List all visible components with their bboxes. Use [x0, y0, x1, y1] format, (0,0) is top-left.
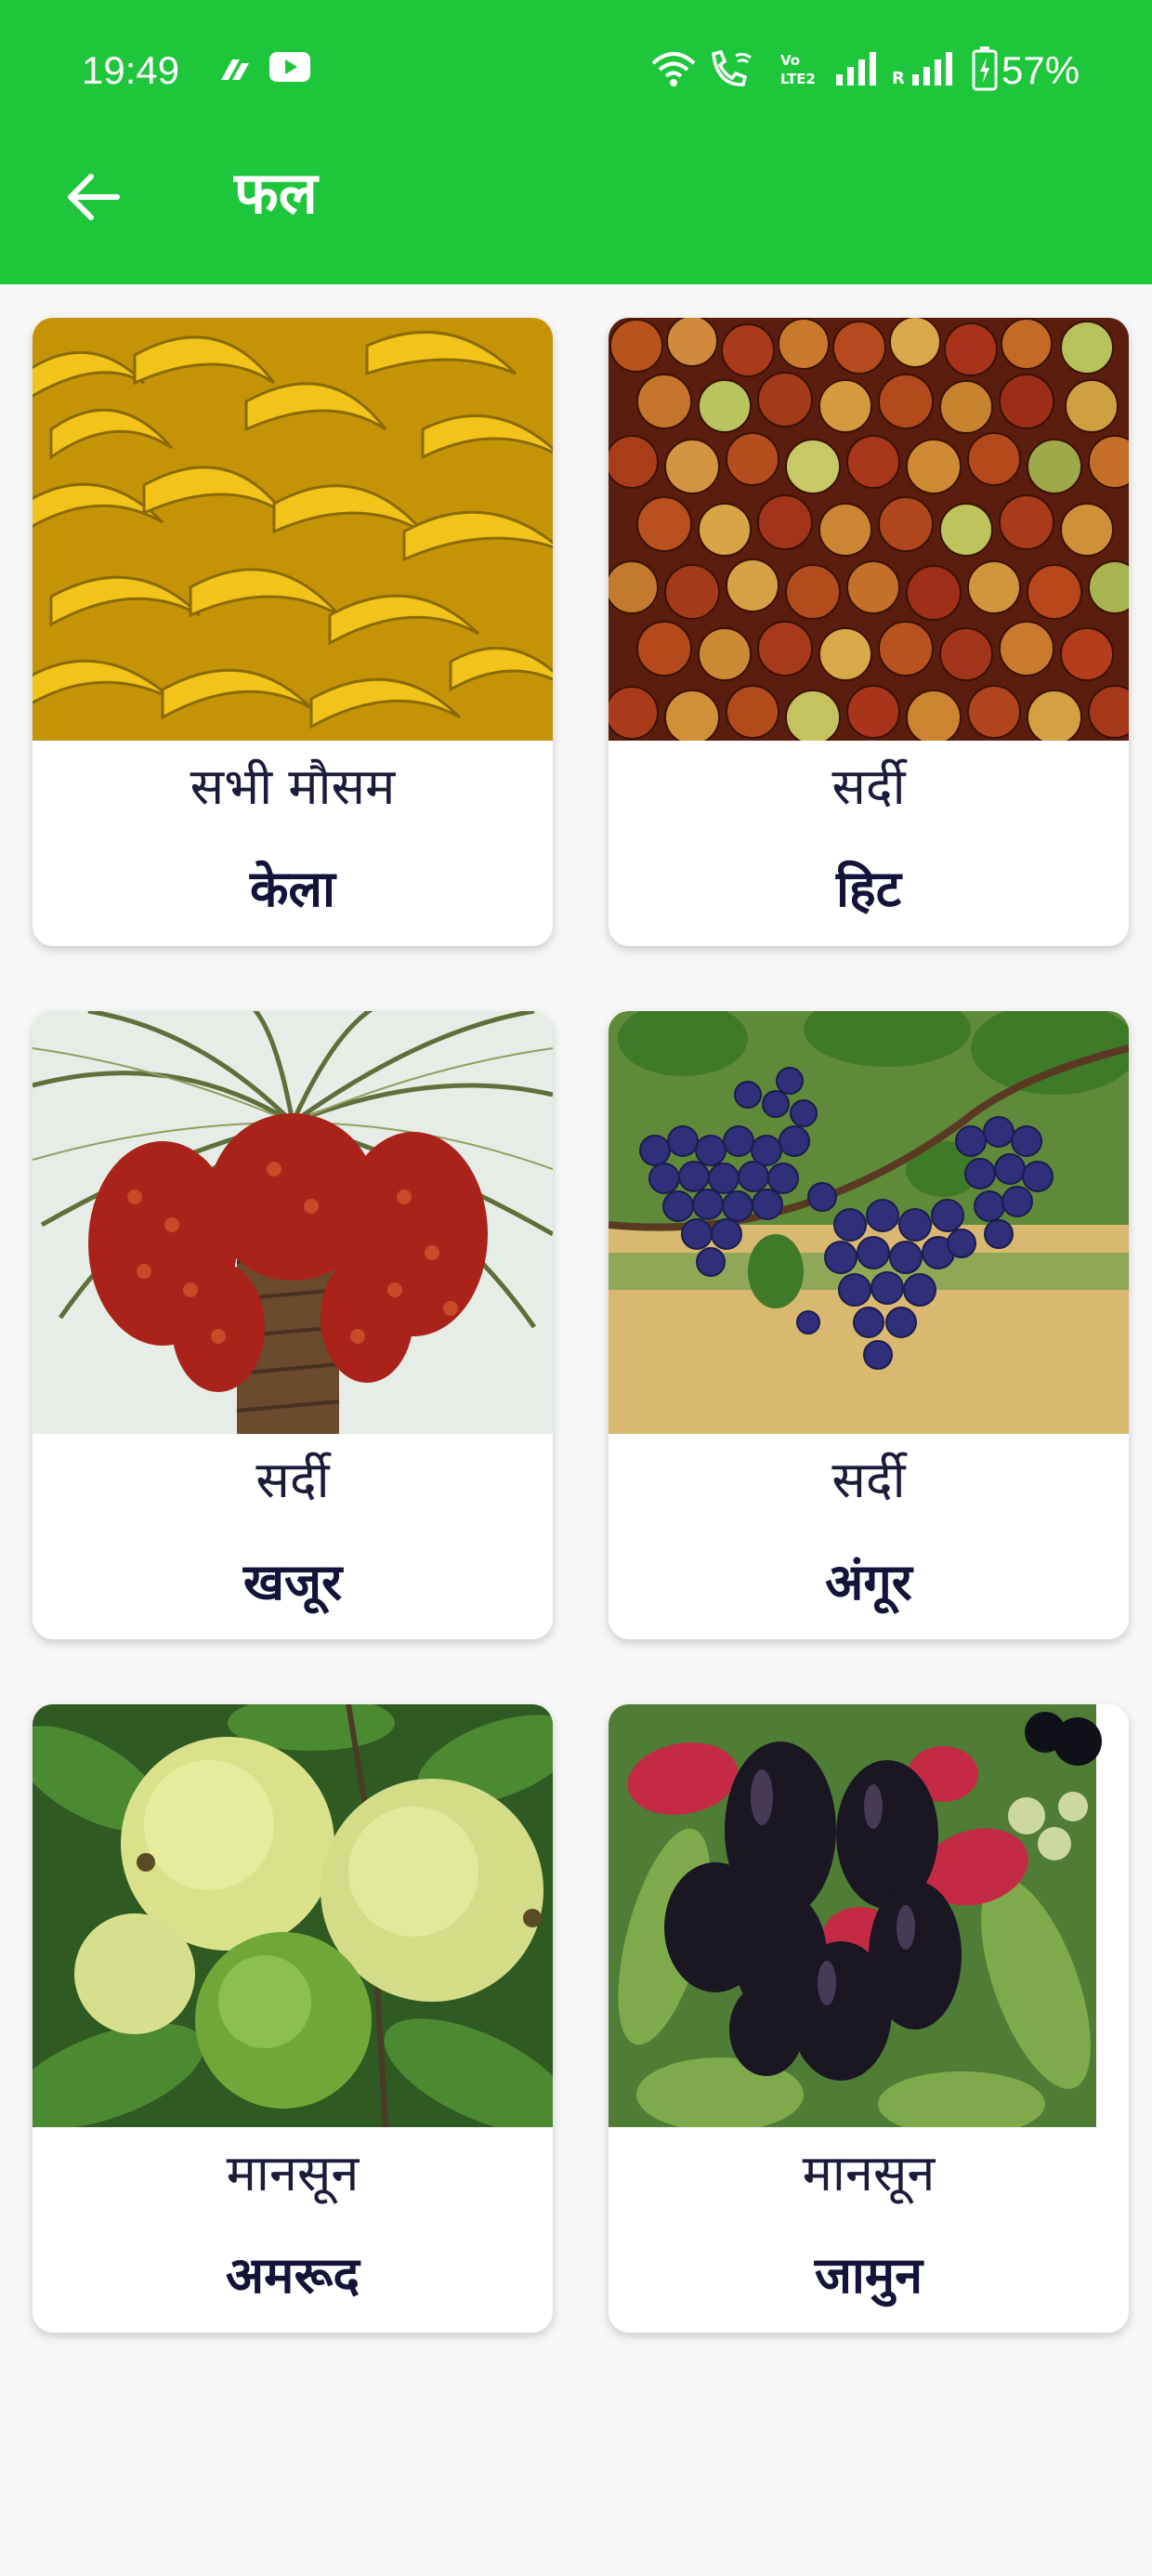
grapes-image	[609, 1011, 1129, 1434]
svg-text:R: R	[892, 69, 905, 85]
fruit-season: मानसून	[802, 2144, 936, 2202]
volte-icon: Vo LTE2	[780, 52, 816, 87]
signal-icon	[836, 52, 876, 85]
fruit-season: सर्दी	[831, 1451, 906, 1509]
fruit-season: सर्दी	[255, 1451, 330, 1509]
page-title: फल	[234, 159, 318, 227]
back-button[interactable]	[56, 160, 130, 234]
app-notification-icon	[221, 59, 249, 80]
status-bar: 19:49 Vo LTE2 R 57%	[0, 0, 1152, 139]
svg-text:Vo: Vo	[780, 52, 800, 69]
battery-icon	[972, 46, 998, 91]
wifi-icon	[651, 52, 696, 86]
fruit-name: अमरूद	[225, 2246, 360, 2305]
app-bar: 19:49 Vo LTE2 R 57% फल	[0, 0, 1152, 284]
wifi-calling-icon	[712, 49, 752, 86]
fruit-name: खजूर	[242, 1553, 343, 1611]
youtube-icon	[269, 52, 310, 82]
fruit-name: हिट	[836, 860, 901, 918]
fruit-card-jamun[interactable]: मानसून जामुन	[609, 1704, 1129, 2333]
fruit-name: अंगूर	[825, 1553, 912, 1611]
jamun-image	[609, 1704, 1129, 2127]
fruit-card-jujube[interactable]: सर्दी हिट	[609, 318, 1129, 946]
fruit-season: सर्दी	[831, 757, 906, 816]
fruit-season: मानसून	[226, 2144, 360, 2202]
fruit-name: जामुन	[814, 2246, 923, 2305]
signal-roaming-icon: R	[892, 52, 952, 85]
svg-text:LTE2: LTE2	[780, 71, 816, 87]
fruit-name: केला	[249, 860, 336, 918]
date-palm-image	[33, 1011, 553, 1434]
guava-image	[33, 1704, 553, 2127]
fruit-card-banana[interactable]: सभी मौसम केला	[33, 318, 553, 946]
battery-percent: 57%	[1001, 48, 1080, 92]
jujube-image	[609, 318, 1129, 741]
banana-image	[33, 318, 553, 741]
fruit-card-dates[interactable]: सर्दी खजूर	[33, 1011, 553, 1639]
fruit-card-grapes[interactable]: सर्दी अंगूर	[609, 1011, 1129, 1639]
arrow-left-icon	[68, 174, 120, 220]
status-time: 19:49	[82, 48, 180, 92]
fruit-card-guava[interactable]: मानसून अमरूद	[33, 1704, 553, 2333]
fruit-season: सभी मौसम	[190, 757, 396, 816]
